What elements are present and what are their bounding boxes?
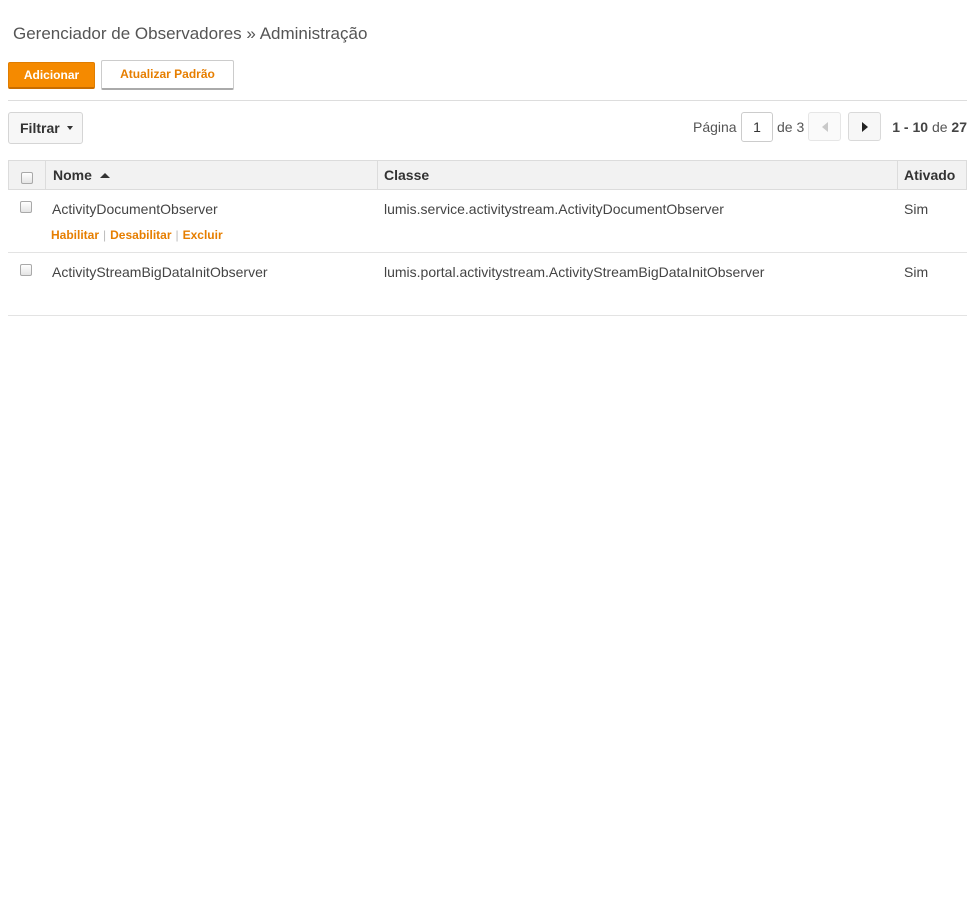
observer-active-status: Sim	[904, 201, 929, 217]
column-header-name[interactable]: Nome	[45, 161, 378, 189]
update-default-button[interactable]: Atualizar Padrão	[101, 60, 234, 90]
next-page-button[interactable]	[848, 112, 881, 141]
page-label: Página	[693, 119, 737, 135]
row-actions: Habilitar | Desabilitar | Excluir	[51, 228, 223, 242]
delete-link[interactable]: Excluir	[183, 228, 223, 242]
column-header-class[interactable]: Classe	[377, 161, 898, 189]
enable-link[interactable]: Habilitar	[51, 228, 99, 242]
toolbar-divider	[8, 100, 967, 101]
page-count-label: de 3	[777, 119, 805, 135]
breadcrumb-page: Administração	[259, 24, 368, 43]
filter-label: Filtrar	[20, 120, 60, 136]
breadcrumb-separator: »	[246, 24, 256, 43]
sort-ascending-icon	[99, 172, 110, 178]
page-number-input[interactable]	[741, 112, 773, 142]
breadcrumb-section: Gerenciador de Observadores	[13, 24, 242, 43]
observers-table: Nome Classe Ativado ActivityDocumentObse…	[8, 160, 967, 316]
column-name-label: Nome	[53, 167, 92, 183]
observer-name: ActivityStreamBigDataInitObserver	[52, 264, 268, 280]
observer-class: lumis.portal.activitystream.ActivityStre…	[384, 264, 765, 280]
range-of-label: de	[931, 119, 948, 135]
results-range: 1 - 10 de 27	[892, 119, 967, 135]
disable-link[interactable]: Desabilitar	[110, 228, 171, 242]
add-button[interactable]: Adicionar	[8, 62, 95, 89]
filter-dropdown-button[interactable]: Filtrar	[8, 112, 83, 144]
observer-manager-page: Gerenciador de Observadores » Administra…	[0, 0, 975, 916]
page-title: Gerenciador de Observadores » Administra…	[13, 24, 367, 44]
previous-page-button[interactable]	[808, 112, 841, 141]
observer-active-status: Sim	[904, 264, 929, 280]
column-active-label: Ativado	[904, 167, 956, 183]
action-separator: |	[175, 228, 179, 242]
table-row: ActivityStreamBigDataInitObserver lumis.…	[8, 253, 967, 316]
chevron-left-icon	[821, 121, 828, 132]
observer-class: lumis.service.activitystream.ActivityDoc…	[384, 201, 724, 217]
chevron-right-icon	[861, 121, 868, 132]
total-count: 27	[951, 119, 967, 135]
column-header-active[interactable]: Ativado	[897, 161, 967, 189]
observer-name: ActivityDocumentObserver	[52, 201, 218, 217]
select-all-cell	[8, 161, 46, 189]
table-header: Nome Classe Ativado	[8, 160, 967, 190]
table-row: ActivityDocumentObserver lumis.service.a…	[8, 190, 967, 253]
select-all-checkbox[interactable]	[21, 172, 33, 184]
chevron-down-icon	[66, 126, 73, 130]
range-values: 1 - 10	[892, 119, 929, 135]
row-checkbox[interactable]	[20, 201, 32, 213]
action-separator: |	[103, 228, 107, 242]
column-class-label: Classe	[384, 167, 430, 183]
row-checkbox[interactable]	[20, 264, 32, 276]
